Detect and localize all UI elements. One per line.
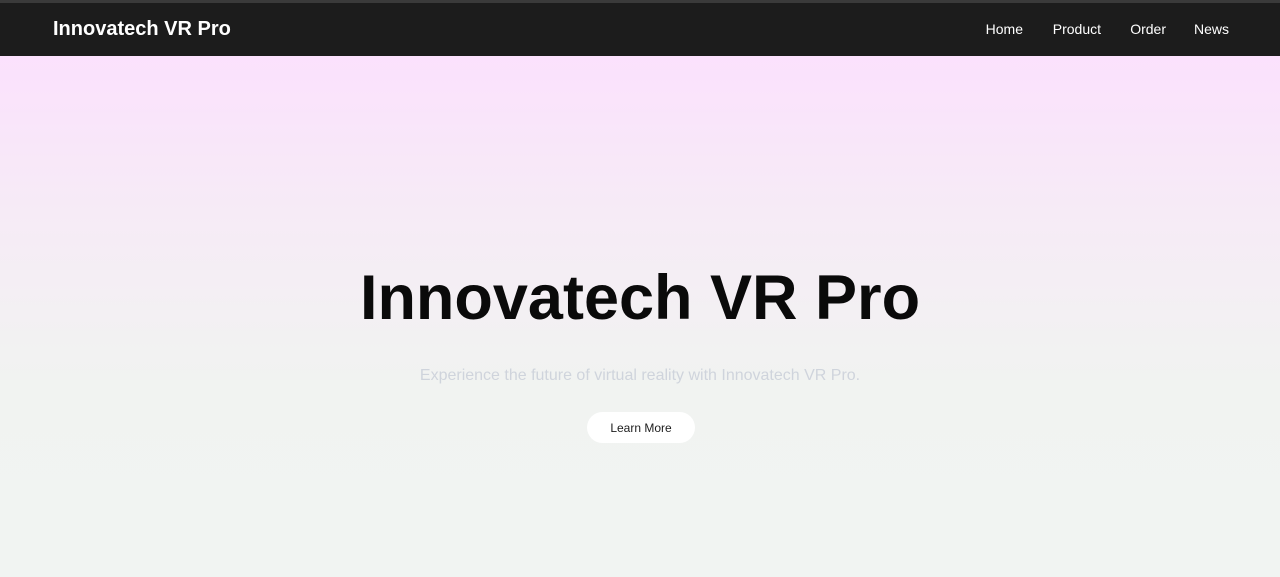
learn-more-button[interactable]: Learn More [587, 412, 695, 443]
brand-logo-link[interactable]: Innovatech VR Pro [53, 3, 231, 56]
navbar: Innovatech VR Pro Home Product Order New… [0, 3, 1280, 56]
hero-subtitle: Experience the future of virtual reality… [419, 367, 861, 384]
nav-link-news[interactable]: News [1194, 3, 1229, 56]
nav-link-order[interactable]: Order [1130, 3, 1166, 56]
nav-link-home[interactable]: Home [986, 3, 1023, 56]
nav-link-product[interactable]: Product [1053, 3, 1101, 56]
hero-title: Innovatech VR Pro [359, 263, 921, 333]
hero-section: Innovatech VR Pro Experience the future … [0, 56, 1280, 577]
